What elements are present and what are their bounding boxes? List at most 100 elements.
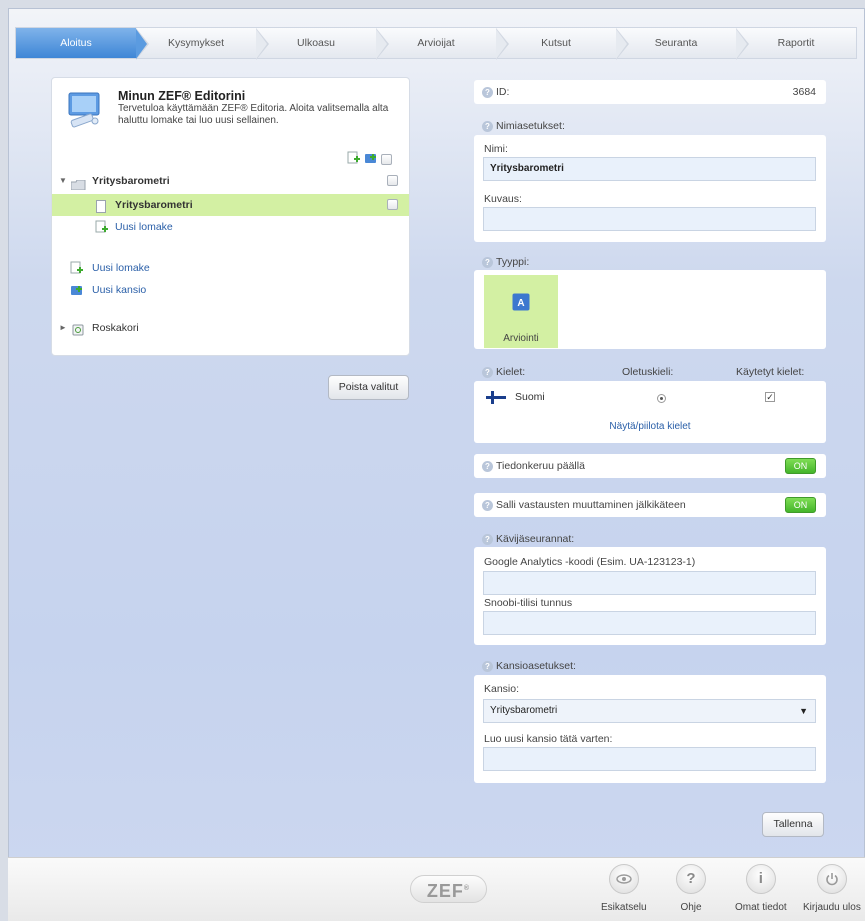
type-label: Arviointi <box>503 333 539 344</box>
preview-button[interactable]: Esikatselu <box>601 864 647 913</box>
naming-section-label: ? Nimiasetukset: <box>474 120 565 132</box>
tree-form-row-selected[interactable]: Yritysbarometri <box>52 194 409 216</box>
trash-row[interactable]: ► Roskakori <box>52 317 409 339</box>
ga-input[interactable] <box>483 571 816 595</box>
question-icon: ? <box>676 864 706 894</box>
new-folder-row[interactable]: Uusi kansio <box>52 279 409 301</box>
name-label: Nimi: <box>484 143 508 155</box>
expand-arrow-icon[interactable]: ▼ <box>59 170 67 192</box>
logo-text: ZEF <box>426 881 464 901</box>
type-option-arviointi[interactable]: A Arviointi <box>484 275 558 348</box>
data-collection-row: ? Tiedonkeruu päällä ON <box>474 454 826 478</box>
zef-logo: ZEF® <box>410 875 487 903</box>
setting-label: Salli vastausten muuttaminen jälkikäteen <box>496 499 686 511</box>
wizard-tabs: Aloitus Kysymykset Ulkoasu Arvioijat Kut… <box>15 27 857 60</box>
tab-raportit[interactable]: Raportit <box>736 28 856 58</box>
tree-folder-row[interactable]: ▼ Yritysbarometri <box>52 170 409 192</box>
tab-kysymykset[interactable]: Kysymykset <box>136 28 269 60</box>
help-icon[interactable]: ? <box>482 660 493 672</box>
tree-new-form-row[interactable]: Uusi lomake <box>52 216 409 238</box>
expand-arrow-icon[interactable]: ► <box>59 317 67 339</box>
used-language-checkbox[interactable]: ✓ <box>765 392 775 402</box>
tab-label: Aloitus <box>60 37 92 49</box>
new-form-icon <box>95 220 109 242</box>
tab-label: Raportit <box>777 37 815 49</box>
trash-label: Roskakori <box>92 322 139 334</box>
help-label: Ohje <box>680 902 702 913</box>
help-icon[interactable]: ? <box>482 86 493 98</box>
form-name: Yritysbarometri <box>115 199 193 211</box>
help-button[interactable]: ? Ohje <box>676 864 706 913</box>
tab-ulkoasu[interactable]: Ulkoasu <box>256 28 389 60</box>
form-checkbox[interactable] <box>387 199 398 210</box>
data-collection-toggle[interactable]: ON <box>785 458 816 474</box>
tab-seuranta[interactable]: Seuranta <box>616 28 749 60</box>
folder-settings-box: Kansio: Yritysbarometri ▼ Luo uusi kansi… <box>474 675 826 783</box>
preview-label: Esikatselu <box>601 902 647 913</box>
logout-label: Kirjaudu ulos <box>803 902 861 913</box>
section-title: Nimiasetukset: <box>496 120 565 132</box>
name-input[interactable]: Yritysbarometri <box>483 157 816 181</box>
folder-select[interactable]: Yritysbarometri ▼ <box>483 699 816 723</box>
svg-text:A: A <box>517 298 524 309</box>
help-icon[interactable]: ? <box>482 366 493 378</box>
tracking-section-label: ? Kävijäseurannat: <box>474 533 574 545</box>
help-icon[interactable]: ? <box>482 533 493 545</box>
folder-label: Kansio: <box>484 683 520 695</box>
languages-box: Suomi ✓ Näytä/piilota kielet <box>474 381 826 443</box>
new-folder-link[interactable]: Uusi kansio <box>92 279 146 301</box>
used-languages-label: Käytetyt kielet: <box>736 366 805 378</box>
tab-aloitus[interactable]: Aloitus <box>16 28 149 60</box>
tab-label: Kutsut <box>541 37 571 49</box>
show-hide-languages-link[interactable]: Näytä/piilota kielet <box>474 421 826 432</box>
tab-arvioijat[interactable]: Arvioijat <box>376 28 509 60</box>
new-form-link[interactable]: Uusi lomake <box>92 257 150 279</box>
new-folder-label: Luo uusi kansio tätä varten: <box>484 733 613 745</box>
help-icon[interactable]: ? <box>482 120 493 132</box>
logout-button[interactable]: Kirjaudu ulos <box>803 864 861 913</box>
chevron-down-icon: ▼ <box>799 706 808 716</box>
tracking-box: Google Analytics -koodi (Esim. UA-123123… <box>474 547 826 645</box>
languages-header: ? Kielet: Oletuskieli: Käytetyt kielet: <box>474 366 826 378</box>
panel-actions <box>347 151 392 168</box>
tab-label: Ulkoasu <box>297 37 335 49</box>
naming-box: Nimi: Yritysbarometri Kuvaus: <box>474 135 826 242</box>
tab-label: Kysymykset <box>167 37 224 49</box>
language-name: Suomi <box>515 391 545 403</box>
id-value: 3684 <box>792 86 816 98</box>
id-row: ? ID: 3684 <box>474 80 826 104</box>
tab-kutsut[interactable]: Kutsut <box>496 28 629 60</box>
folder-select-value: Yritysbarometri <box>490 705 558 716</box>
help-icon[interactable]: ? <box>482 499 493 511</box>
new-folder-icon[interactable] <box>364 151 378 168</box>
help-icon[interactable]: ? <box>482 256 493 268</box>
profile-label: Omat tiedot <box>735 902 787 913</box>
eye-icon <box>608 864 639 894</box>
type-box: A Arviointi <box>474 270 826 349</box>
select-all-checkbox[interactable] <box>381 154 392 165</box>
intro-text: Tervetuloa käyttämään ZEF® Editoria. Alo… <box>118 103 389 126</box>
section-title: Tyyppi: <box>496 256 530 268</box>
folder-checkbox[interactable] <box>387 175 398 186</box>
power-icon <box>816 864 847 894</box>
finland-flag-icon <box>486 391 506 407</box>
profile-button[interactable]: i Omat tiedot <box>735 864 787 913</box>
panel-title: Minun ZEF® Editorini <box>118 89 246 103</box>
new-form-icon[interactable] <box>347 151 361 168</box>
allow-edit-toggle[interactable]: ON <box>785 497 816 513</box>
snoobi-input[interactable] <box>483 611 816 635</box>
default-language-label: Oletuskieli: <box>622 366 674 378</box>
help-icon[interactable]: ? <box>482 460 493 472</box>
new-folder-input[interactable] <box>483 747 816 771</box>
new-form-row[interactable]: Uusi lomake <box>52 257 409 279</box>
trash-icon <box>72 322 84 344</box>
default-language-radio[interactable] <box>657 394 666 403</box>
folder-name: Yritysbarometri <box>92 175 170 187</box>
description-input[interactable] <box>483 207 816 231</box>
delete-selected-button[interactable]: Poista valitut <box>328 375 409 400</box>
tab-label: Arvioijat <box>417 37 455 49</box>
new-form-link[interactable]: Uusi lomake <box>115 216 173 238</box>
type-section-label: ? Tyyppi: <box>474 256 529 268</box>
folder-settings-section-label: ? Kansioasetukset: <box>474 660 576 672</box>
save-button[interactable]: Tallenna <box>762 812 824 837</box>
